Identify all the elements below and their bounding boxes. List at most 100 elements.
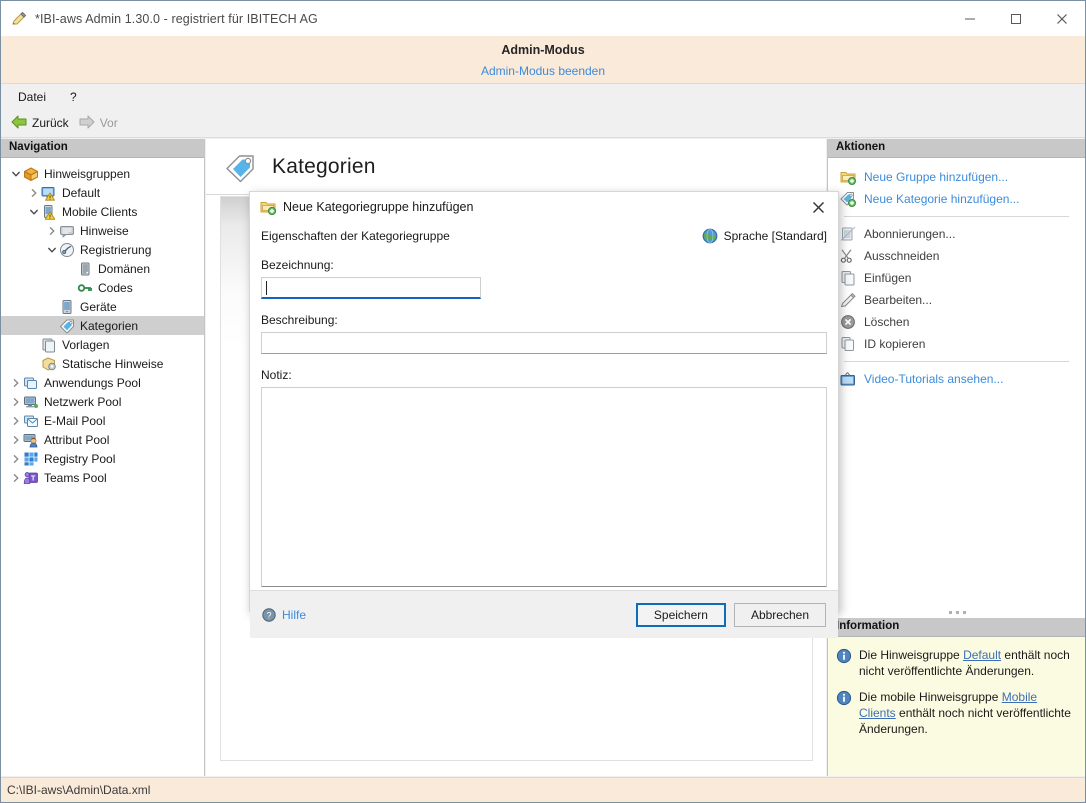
action-abonnierungen[interactable]: Abonnierungen... bbox=[828, 223, 1085, 245]
device-icon bbox=[59, 299, 75, 315]
key-icon bbox=[77, 280, 93, 296]
maximize-icon[interactable] bbox=[993, 1, 1039, 36]
information-text: Die mobile Hinweisgruppe Mobile Clients … bbox=[859, 689, 1076, 737]
statusbar: C:\IBI-aws\Admin\Data.xml bbox=[1, 777, 1085, 802]
nav-item-teams-pool[interactable]: TTeams Pool bbox=[1, 468, 204, 487]
action-bearbeiten[interactable]: Bearbeiten... bbox=[828, 289, 1085, 311]
nav-item-ger-te[interactable]: Geräte bbox=[1, 297, 204, 316]
name-input[interactable] bbox=[261, 277, 481, 299]
nav-item-label: Vorlagen bbox=[62, 338, 109, 352]
action-einf-gen[interactable]: Einfügen bbox=[828, 267, 1085, 289]
dialog-close-icon[interactable] bbox=[798, 192, 838, 222]
chevron-down-icon[interactable] bbox=[9, 166, 23, 182]
templates-icon bbox=[41, 337, 57, 353]
information-link[interactable]: Default bbox=[963, 648, 1001, 662]
right-pane: Aktionen Neue Gruppe hinzufügen... Neue K… bbox=[827, 139, 1085, 776]
chevron-right-icon[interactable] bbox=[9, 375, 23, 391]
information-prefix: Die mobile Hinweisgruppe bbox=[859, 690, 1002, 704]
pane-splitter[interactable] bbox=[828, 606, 1086, 618]
nav-item-vorlagen[interactable]: Vorlagen bbox=[1, 335, 204, 354]
action-neue-gruppe-hinzuf-gen[interactable]: Neue Gruppe hinzufügen... bbox=[828, 166, 1085, 188]
nav-item-label: Attribut Pool bbox=[44, 433, 109, 447]
nav-item-mobile-clients[interactable]: Mobile Clients bbox=[1, 202, 204, 221]
information-body: Die Hinweisgruppe Default enthält noch n… bbox=[828, 637, 1086, 776]
add-tag-icon bbox=[840, 191, 856, 207]
nav-item-statische-hinweise[interactable]: Statische Hinweise bbox=[1, 354, 204, 373]
chevron-right-icon[interactable] bbox=[9, 413, 23, 429]
menu-item-help[interactable]: ? bbox=[61, 87, 86, 107]
cancel-button[interactable]: Abbrechen bbox=[734, 603, 826, 627]
nav-item-label: Mobile Clients bbox=[62, 205, 137, 219]
app-icon bbox=[11, 11, 27, 27]
dialog-buttons: Speichern Abbrechen bbox=[636, 603, 826, 627]
nav-item-default[interactable]: Default bbox=[1, 183, 204, 202]
arrow-right-icon bbox=[79, 115, 95, 132]
add-category-group-dialog: Neue Kategoriegruppe hinzufügen Eigensch… bbox=[249, 191, 839, 612]
action-id-kopieren[interactable]: ID kopieren bbox=[828, 333, 1085, 355]
chevron-right-icon[interactable] bbox=[9, 432, 23, 448]
nav-item-label: Domänen bbox=[98, 262, 150, 276]
close-icon[interactable] bbox=[1039, 1, 1085, 36]
attribute-pool-icon bbox=[23, 432, 39, 448]
information-prefix: Die Hinweisgruppe bbox=[859, 648, 963, 662]
nav-item-hinweisgruppen[interactable]: Hinweisgruppen bbox=[1, 164, 204, 183]
nav-item-e-mail-pool[interactable]: E-Mail Pool bbox=[1, 411, 204, 430]
svg-text:T: T bbox=[31, 475, 36, 482]
actions-header: Aktionen bbox=[828, 139, 1085, 158]
nav-item-label: Geräte bbox=[80, 300, 117, 314]
minimize-icon[interactable] bbox=[947, 1, 993, 36]
save-button[interactable]: Speichern bbox=[636, 603, 726, 627]
chevron-down-icon[interactable] bbox=[27, 204, 41, 220]
forward-button[interactable]: Vor bbox=[79, 115, 118, 132]
admin-mode-exit-link[interactable]: Admin-Modus beenden bbox=[481, 58, 605, 79]
nav-item-dom-nen[interactable]: Domänen bbox=[1, 259, 204, 278]
nav-item-label: Kategorien bbox=[80, 319, 138, 333]
notes-icon bbox=[59, 223, 75, 239]
back-button[interactable]: Zurück bbox=[11, 115, 69, 132]
chevron-right-icon[interactable] bbox=[45, 223, 59, 239]
help-link[interactable]: ? Hilfe bbox=[262, 608, 306, 622]
nav-item-anwendungs-pool[interactable]: Anwendungs Pool bbox=[1, 373, 204, 392]
navigation-toolbar: Zurück Vor bbox=[1, 109, 1085, 138]
chevron-right-icon[interactable] bbox=[9, 451, 23, 467]
nav-item-kategorien[interactable]: Kategorien bbox=[1, 316, 204, 335]
dialog-section-title: Eigenschaften der Kategoriegruppe bbox=[261, 229, 450, 243]
chevron-down-icon[interactable] bbox=[45, 242, 59, 258]
chevron-right-icon[interactable] bbox=[27, 185, 41, 201]
action-video-tutorials-ansehen[interactable]: Video-Tutorials ansehen... bbox=[828, 368, 1085, 390]
window-controls bbox=[947, 1, 1085, 36]
nav-item-attribut-pool[interactable]: Attribut Pool bbox=[1, 430, 204, 449]
copy-icon bbox=[840, 336, 856, 352]
statusbar-path: C:\IBI-aws\Admin\Data.xml bbox=[7, 783, 150, 797]
action-neue-kategorie-hinzuf-gen[interactable]: Neue Kategorie hinzufügen... bbox=[828, 188, 1085, 210]
back-button-label: Zurück bbox=[32, 116, 69, 130]
actions-separator bbox=[844, 216, 1069, 217]
app-pool-icon bbox=[23, 375, 39, 391]
nav-item-registrierung[interactable]: Registrierung bbox=[1, 240, 204, 259]
chevron-right-icon[interactable] bbox=[9, 470, 23, 486]
actions-separator bbox=[844, 361, 1069, 362]
action-ausschneiden[interactable]: Ausschneiden bbox=[828, 245, 1085, 267]
teams-pool-icon: T bbox=[23, 470, 39, 486]
help-icon: ? bbox=[262, 608, 276, 622]
information-header: Information bbox=[828, 618, 1086, 637]
email-pool-icon bbox=[23, 413, 39, 429]
action-l-schen[interactable]: Löschen bbox=[828, 311, 1085, 333]
tree-spacer bbox=[63, 261, 77, 277]
menu-item-datei[interactable]: Datei bbox=[9, 87, 55, 107]
language-selector[interactable]: Sprache [Standard] bbox=[702, 228, 827, 244]
action-label: Neue Gruppe hinzufügen... bbox=[864, 170, 1008, 184]
nav-item-codes[interactable]: Codes bbox=[1, 278, 204, 297]
note-textarea[interactable] bbox=[261, 387, 827, 587]
help-link-label: Hilfe bbox=[282, 608, 306, 622]
paste-icon bbox=[840, 270, 856, 286]
chevron-right-icon[interactable] bbox=[9, 394, 23, 410]
navigation-header: Navigation bbox=[1, 139, 204, 158]
description-field-label: Beschreibung: bbox=[261, 313, 827, 327]
nav-item-registry-pool[interactable]: Registry Pool bbox=[1, 449, 204, 468]
nav-item-netzwerk-pool[interactable]: Netzwerk Pool bbox=[1, 392, 204, 411]
arrow-left-icon bbox=[11, 115, 27, 132]
static-notes-icon bbox=[41, 356, 57, 372]
nav-item-hinweise[interactable]: Hinweise bbox=[1, 221, 204, 240]
description-input[interactable] bbox=[261, 332, 827, 354]
